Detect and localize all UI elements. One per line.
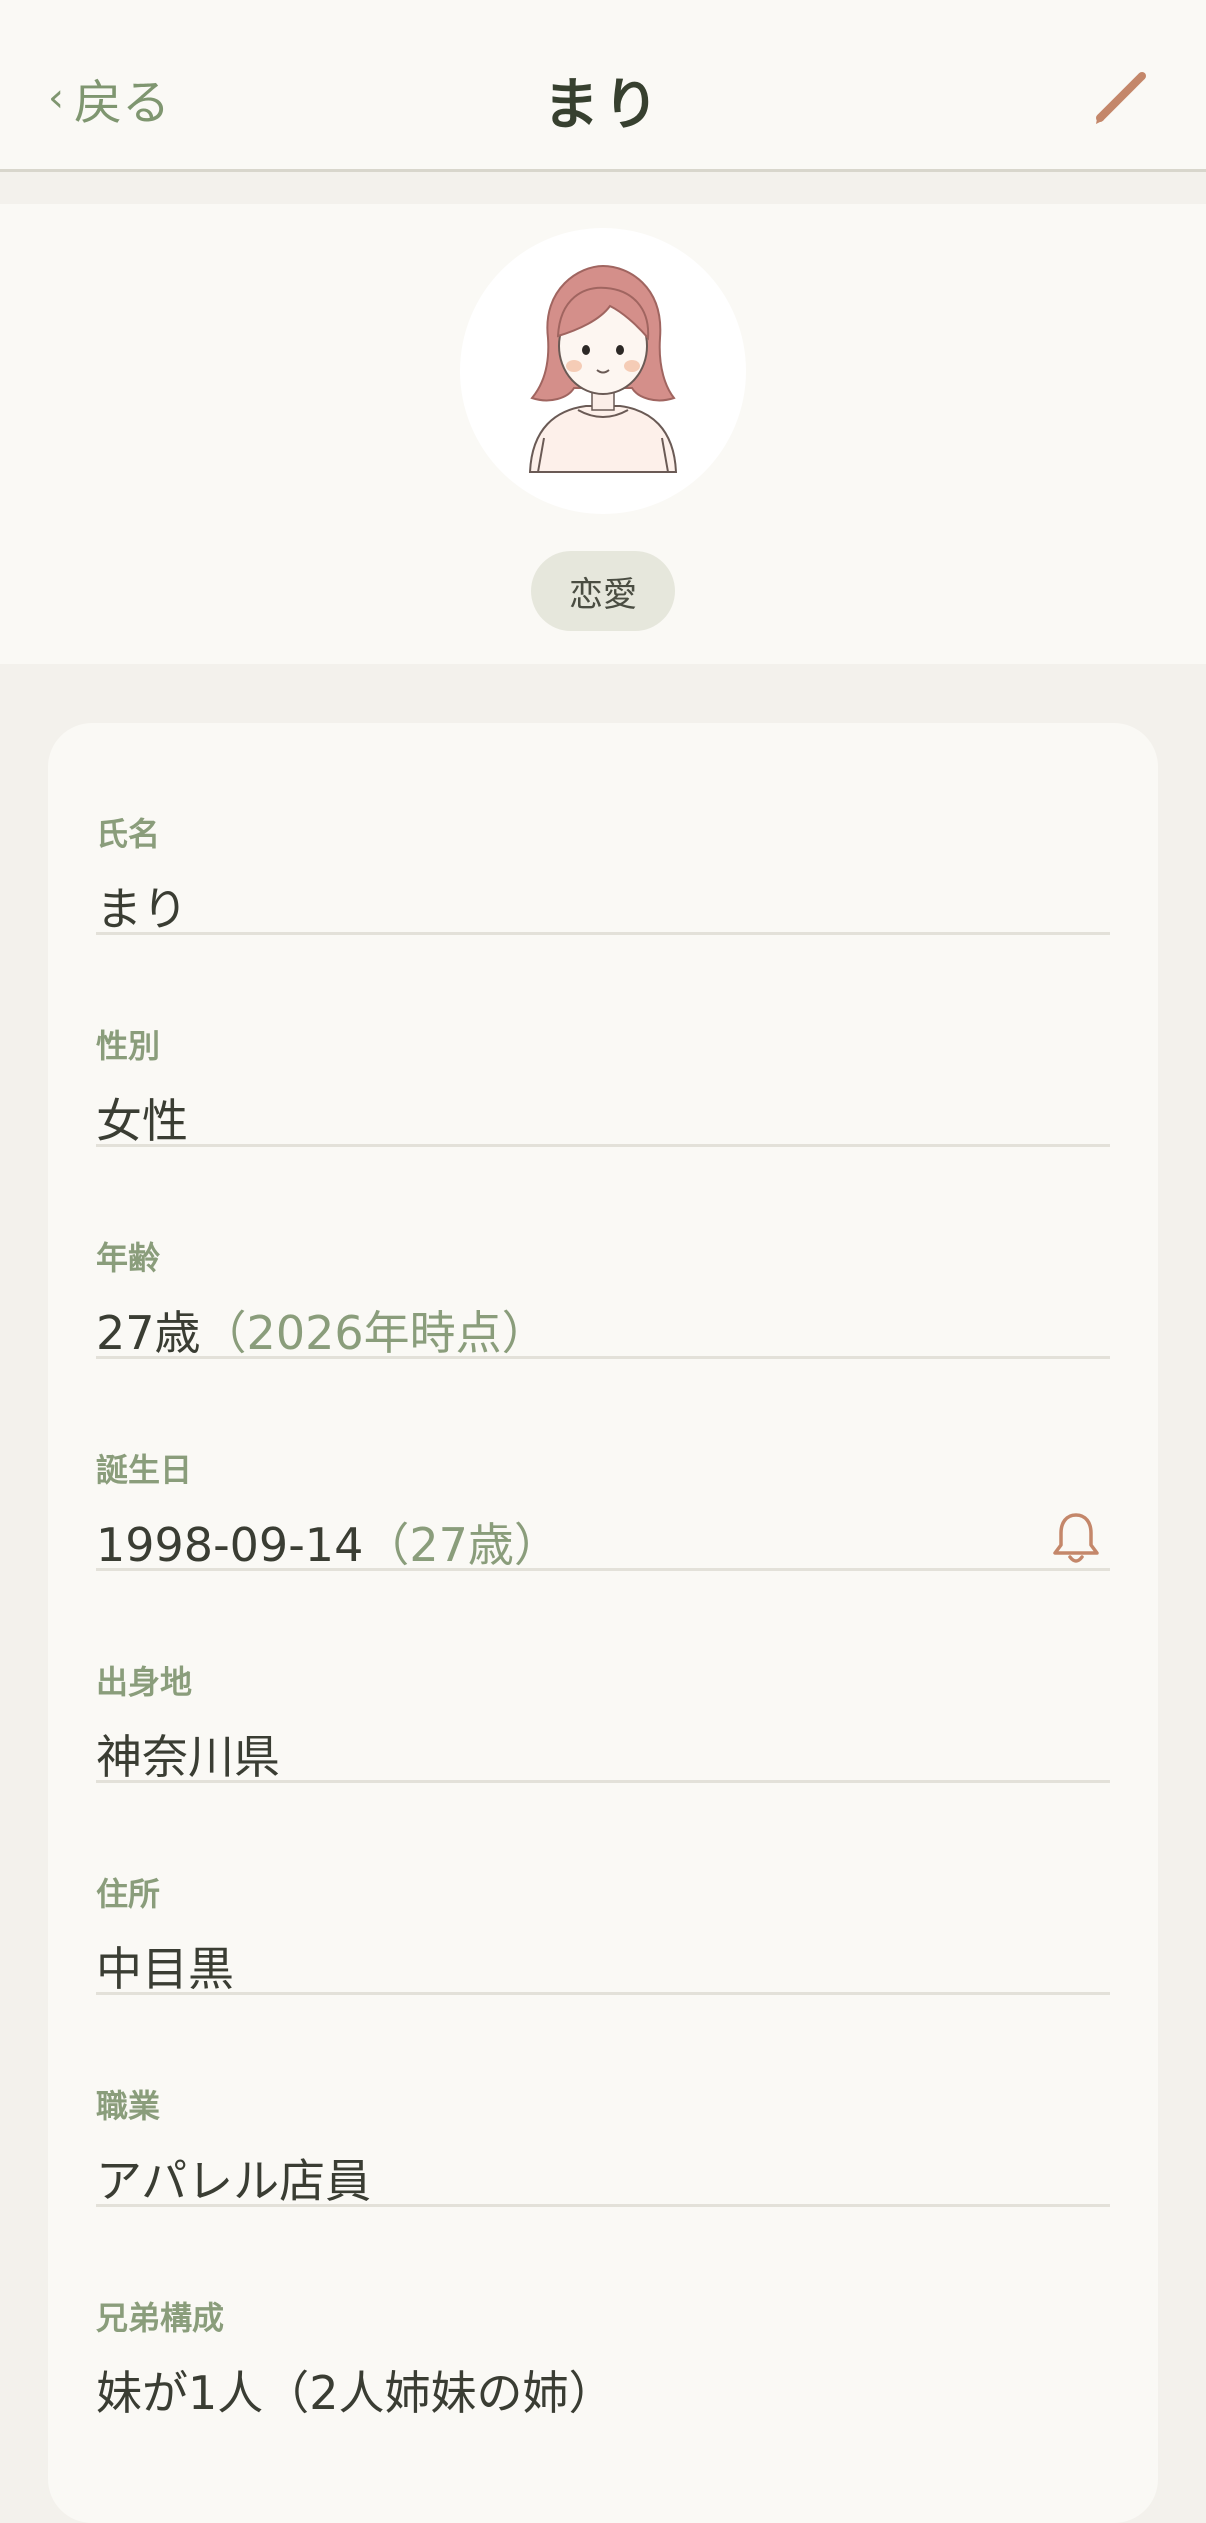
pencil-icon [1096,72,1146,124]
field-siblings: 兄弟構成 妹が1人（2人姉妹の姉） [96,2207,1110,2420]
field-gender: 性別 女性 [96,935,1110,1148]
edit-button[interactable] [1086,60,1158,132]
field-label: 住所 [96,1875,161,1913]
field-value-note: （27歳） [363,1518,560,1572]
field-birthday: 誕生日 1998-09-14（27歳） [96,1359,1110,1572]
field-value: アパレル店員 [96,2154,372,2208]
profile-details-card: 氏名 まり 性別 女性 年齢 27歳（2026年時点） 誕生日 1998-09-… [48,723,1158,2523]
field-value: まり [96,882,188,936]
field-name: 氏名 まり [96,723,1110,936]
field-age: 年齢 27歳（2026年時点） [96,1147,1110,1360]
field-value: 1998-09-14 [96,1518,364,1572]
field-label: 氏名 [96,815,161,853]
field-label: 職業 [96,2087,161,2125]
field-value: 神奈川県 [96,1730,280,1784]
field-value: 中目黒 [96,1942,234,1996]
field-label: 誕生日 [96,1451,193,1489]
birthday-reminder-button[interactable] [1046,1509,1106,1569]
field-value-note: （2026年時点） [200,1306,548,1360]
field-occupation: 職業 アパレル店員 [96,1995,1110,2208]
woman-illustration [528,264,678,473]
field-label: 年齢 [96,1239,161,1277]
profile-header: 恋愛 [0,204,1206,664]
field-address: 住所 中目黒 [96,1783,1110,1996]
relationship-tag[interactable]: 恋愛 [531,551,675,631]
field-value: 妹が1人（2人姉妹の姉） [96,2366,615,2420]
field-birthplace: 出身地 神奈川県 [96,1571,1110,1784]
field-label: 出身地 [96,1663,193,1701]
bell-icon [1053,1513,1099,1563]
field-label: 性別 [96,1027,161,1065]
top-bar: ‹ 戻る まり [0,0,1206,172]
field-label: 兄弟構成 [96,2299,225,2337]
field-value-wrap: 1998-09-14（27歳） [96,1509,560,1575]
page-title: まり [543,73,663,138]
field-value-wrap: 27歳（2026年時点） [96,1297,548,1363]
field-value: 27歳 [96,1306,201,1360]
avatar [460,228,746,514]
field-value: 女性 [96,1094,188,1148]
